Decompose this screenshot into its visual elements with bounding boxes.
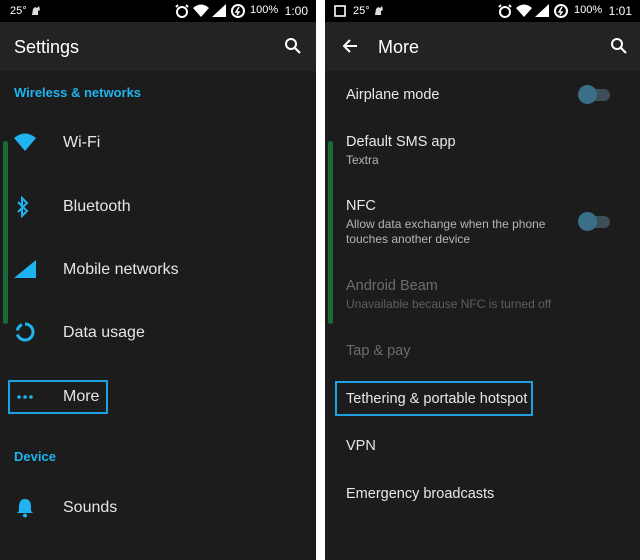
settings-item-data-usage[interactable]: Data usage [0,311,316,357]
notification-icon [30,4,42,19]
battery-percent: 100% [250,4,279,16]
battery-percent: 100% [574,4,603,16]
item-summary: Allow data exchange when the phone touch… [346,217,546,246]
highlight-box [8,380,108,414]
toggle-knob [578,85,597,104]
more-list[interactable]: Airplane mode Default SMS app Textra NFC… [325,71,640,560]
battery-saver-icon [231,4,245,21]
highlight-box [335,381,533,416]
item-title: NFC [346,198,376,214]
page-title: More [378,37,420,57]
android-beam-item: Android Beam Unavailable because NFC is … [325,265,640,321]
temperature-text: 25° [353,5,370,17]
emergency-broadcasts-item[interactable]: Emergency broadcasts [325,474,640,514]
settings-item-wifi[interactable]: Wi-Fi [0,121,316,167]
item-title: Emergency broadcasts [346,486,495,502]
item-title: VPN [346,438,376,454]
settings-screen: 25° 100% 1:00 Settings Wireless & networ… [0,0,316,560]
settings-item-label: Mobile networks [63,261,179,278]
toggle-knob [578,212,597,231]
alarm-icon [174,4,190,21]
airplane-mode-toggle[interactable] [578,85,610,104]
settings-item-sounds[interactable]: Sounds [0,486,316,532]
signal-status-icon [535,4,549,20]
vpn-item[interactable]: VPN [325,426,640,466]
page-title: Settings [14,37,80,57]
settings-list[interactable]: Wireless & networks Wi-Fi Bluetooth Mobi… [0,71,316,560]
notification-icon [373,4,385,19]
item-title: Tap & pay [346,343,411,359]
status-bar: 25° 100% 1:01 [325,0,640,22]
screenshot-icon [334,5,346,20]
default-sms-app-item[interactable]: Default SMS app Textra [325,121,640,177]
settings-item-label: Wi-Fi [63,134,101,151]
item-title: Airplane mode [346,87,440,103]
nfc-toggle[interactable] [578,212,610,231]
temperature-text: 25° [10,5,27,17]
bell-icon [16,498,38,520]
item-title: Android Beam [346,278,438,294]
clock: 1:01 [608,4,632,18]
scrollbar[interactable] [328,141,333,324]
airplane-mode-item[interactable]: Airplane mode [325,71,640,119]
toolbar: Settings [0,22,316,71]
toolbar: More [325,22,640,71]
search-icon[interactable] [610,37,628,60]
settings-item-mobile-networks[interactable]: Mobile networks [0,248,316,294]
battery-saver-icon [554,4,568,21]
search-icon[interactable] [284,37,302,60]
status-bar: 25° 100% 1:00 [0,0,316,22]
wifi-status-icon [516,4,532,20]
alarm-icon [497,4,513,21]
wifi-status-icon [193,4,209,20]
signal-status-icon [212,4,226,20]
settings-item-label: Bluetooth [63,198,131,215]
data-usage-icon [15,322,37,344]
settings-item-bluetooth[interactable]: Bluetooth [0,185,316,231]
nfc-item[interactable]: NFC Allow data exchange when the phone t… [325,185,640,251]
section-header-device: Device [14,449,56,464]
item-summary: Textra [346,153,379,167]
item-title: Default SMS app [346,134,456,150]
scrollbar[interactable] [3,141,8,324]
clock: 1:00 [284,4,308,18]
more-screen: 25° 100% 1:01 More Airplane mode Default… [325,0,640,560]
signal-icon [14,260,36,282]
item-summary: Unavailable because NFC is turned off [346,297,552,311]
settings-item-label: Sounds [63,499,118,516]
bluetooth-icon [16,195,38,219]
section-header-wireless: Wireless & networks [14,85,142,100]
back-arrow-icon[interactable] [342,38,358,59]
tap-and-pay-item: Tap & pay [325,331,640,371]
wifi-icon [14,133,36,155]
settings-item-label: Data usage [63,324,145,341]
